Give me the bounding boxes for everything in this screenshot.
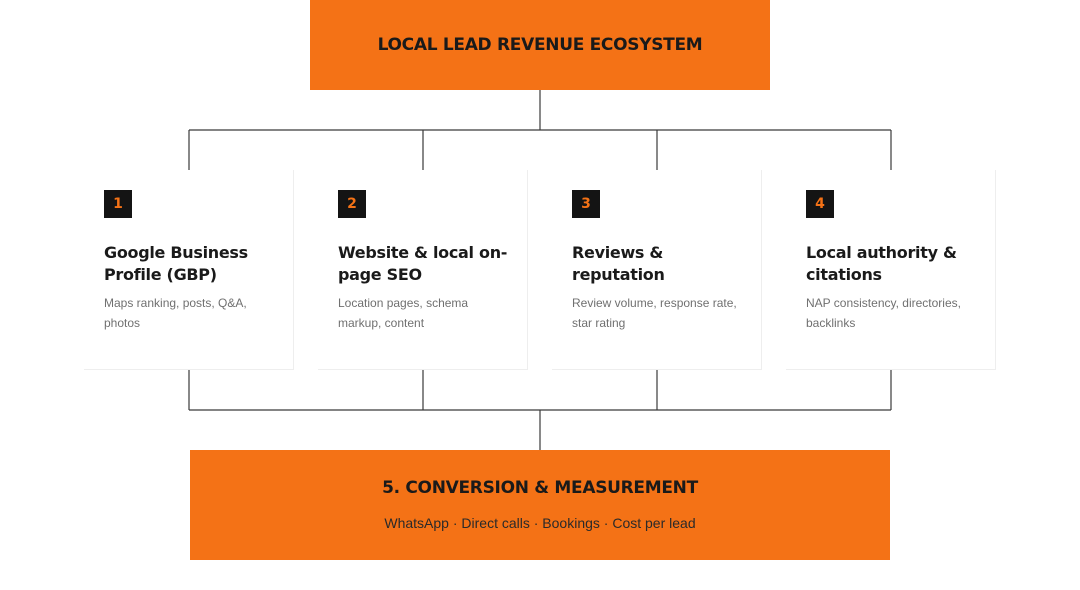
conversion-box: 5. CONVERSION & MEASUREMENT WhatsApp · D… [190, 450, 890, 560]
pillar-title: Google Business Profile (GBP) [104, 243, 248, 284]
ecosystem-header-box: LOCAL LEAD REVENUE ECOSYSTEM [310, 0, 770, 90]
pillar-title: Local authority & citations [806, 243, 957, 284]
pillar-title: Website & local on-page SEO [338, 243, 508, 284]
pillar-description: Location pages, schema markup, content [338, 296, 469, 330]
pillar-card-reviews: 3 Reviews & reputation Review volume, re… [552, 170, 762, 370]
pillar-number-badge: 3 [572, 190, 600, 218]
pillar-title: Reviews & reputation [572, 243, 665, 284]
pillar-description: Review volume, response rate, star ratin… [572, 296, 737, 330]
pillar-number-badge: 2 [338, 190, 366, 218]
ecosystem-title: LOCAL LEAD REVENUE ECOSYSTEM [377, 35, 703, 55]
pillar-card-gbp: 1 Google Business Profile (GBP) Maps ran… [84, 170, 294, 370]
conversion-subtitle: WhatsApp · Direct calls · Bookings · Cos… [384, 515, 696, 531]
pillar-description: Maps ranking, posts, Q&A, photos [104, 296, 247, 330]
pillar-number-badge: 4 [806, 190, 834, 218]
conversion-title: 5. CONVERSION & MEASUREMENT [382, 478, 698, 498]
pillar-description: NAP consistency, directories, backlinks [806, 296, 961, 330]
pillar-card-authority: 4 Local authority & citations NAP consis… [786, 170, 996, 370]
pillar-number-badge: 1 [104, 190, 132, 218]
pillar-card-website-seo: 2 Website & local on-page SEO Location p… [318, 170, 528, 370]
